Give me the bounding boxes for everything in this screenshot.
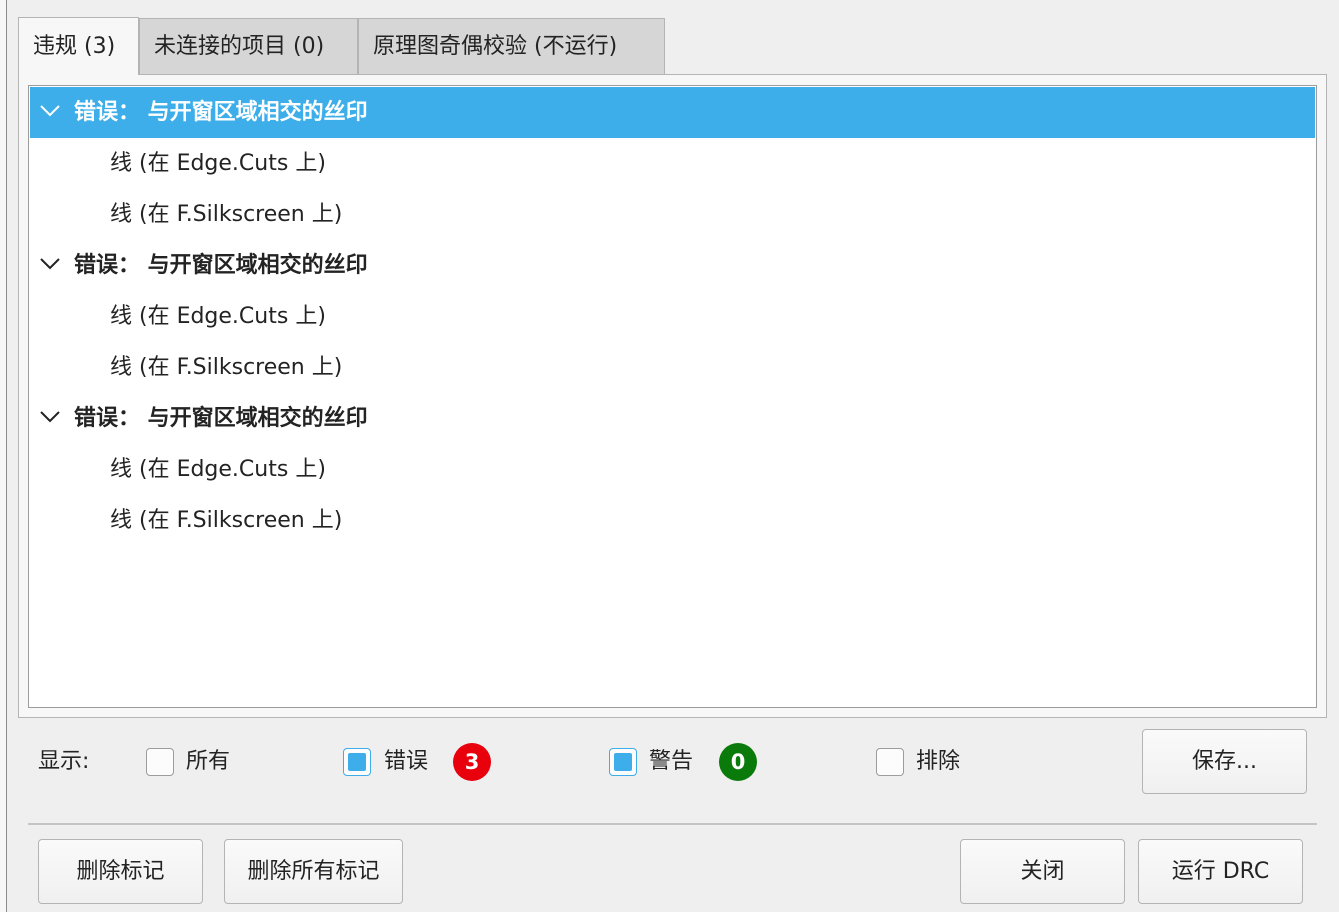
tab-unconnected-label: 未连接的项目 (0)	[154, 34, 325, 59]
show-warnings-label[interactable]: 警告	[649, 747, 693, 777]
chevron-down-icon[interactable]	[39, 103, 61, 119]
error-count-badge: 3	[453, 743, 491, 781]
show-all-label[interactable]: 所有	[186, 747, 230, 777]
violation-title: 错误： 与开窗区域相交的丝印	[74, 100, 368, 125]
violations-tree[interactable]: 错误： 与开窗区域相交的丝印 线 (在 Edge.Cuts 上) 线 (在 F.…	[28, 85, 1317, 708]
delete-marker-button[interactable]: 删除标记	[38, 839, 203, 904]
show-exclusions-checkbox[interactable]	[876, 748, 904, 776]
show-all-checkbox[interactable]	[146, 748, 174, 776]
show-exclusions-label[interactable]: 排除	[916, 747, 960, 777]
violation-item-label: 线 (在 F.Silkscreen 上)	[110, 508, 343, 533]
separator	[28, 823, 1317, 825]
drc-dialog: 违规 (3) 未连接的项目 (0) 原理图奇偶校验 (不运行) 错误： 与开窗区…	[0, 0, 1339, 912]
save-button[interactable]: 保存...	[1142, 729, 1307, 794]
violation-title: 错误： 与开窗区域相交的丝印	[74, 406, 368, 431]
show-label: 显示:	[38, 749, 90, 774]
window-edge	[0, 0, 7, 912]
violation-item-row[interactable]: 线 (在 Edge.Cuts 上)	[30, 138, 1315, 189]
tab-unconnected-items[interactable]: 未连接的项目 (0)	[139, 18, 358, 74]
chevron-down-icon[interactable]	[39, 256, 61, 272]
delete-all-markers-button[interactable]: 删除所有标记	[224, 839, 403, 904]
tab-schematic-parity-label: 原理图奇偶校验 (不运行)	[373, 34, 618, 59]
violation-item-row[interactable]: 线 (在 Edge.Cuts 上)	[30, 291, 1315, 342]
violation-item-label: 线 (在 Edge.Cuts 上)	[110, 151, 326, 176]
run-drc-button[interactable]: 运行 DRC	[1138, 839, 1303, 904]
violation-item-label: 线 (在 F.Silkscreen 上)	[110, 355, 343, 380]
chevron-down-icon[interactable]	[39, 409, 61, 425]
close-button[interactable]: 关闭	[960, 839, 1125, 904]
tab-violations-label: 违规 (3)	[33, 34, 116, 59]
violation-item-label: 线 (在 Edge.Cuts 上)	[110, 457, 326, 482]
show-warnings-checkbox[interactable]	[609, 748, 637, 776]
warning-count-badge: 0	[719, 743, 757, 781]
violation-title: 错误： 与开窗区域相交的丝印	[74, 253, 368, 278]
show-errors-label[interactable]: 错误	[384, 747, 428, 777]
violation-item-row[interactable]: 线 (在 Edge.Cuts 上)	[30, 444, 1315, 495]
violation-row[interactable]: 错误： 与开窗区域相交的丝印	[30, 393, 1315, 444]
violation-item-row[interactable]: 线 (在 F.Silkscreen 上)	[30, 495, 1315, 546]
violation-row[interactable]: 错误： 与开窗区域相交的丝印	[30, 87, 1315, 138]
tab-violations[interactable]: 违规 (3)	[18, 17, 139, 75]
tab-schematic-parity[interactable]: 原理图奇偶校验 (不运行)	[358, 18, 665, 74]
violation-item-label: 线 (在 Edge.Cuts 上)	[110, 304, 326, 329]
violation-row[interactable]: 错误： 与开窗区域相交的丝印	[30, 240, 1315, 291]
violation-item-label: 线 (在 F.Silkscreen 上)	[110, 202, 343, 227]
violation-item-row[interactable]: 线 (在 F.Silkscreen 上)	[30, 189, 1315, 240]
violation-item-row[interactable]: 线 (在 F.Silkscreen 上)	[30, 342, 1315, 393]
show-errors-checkbox[interactable]	[343, 748, 371, 776]
